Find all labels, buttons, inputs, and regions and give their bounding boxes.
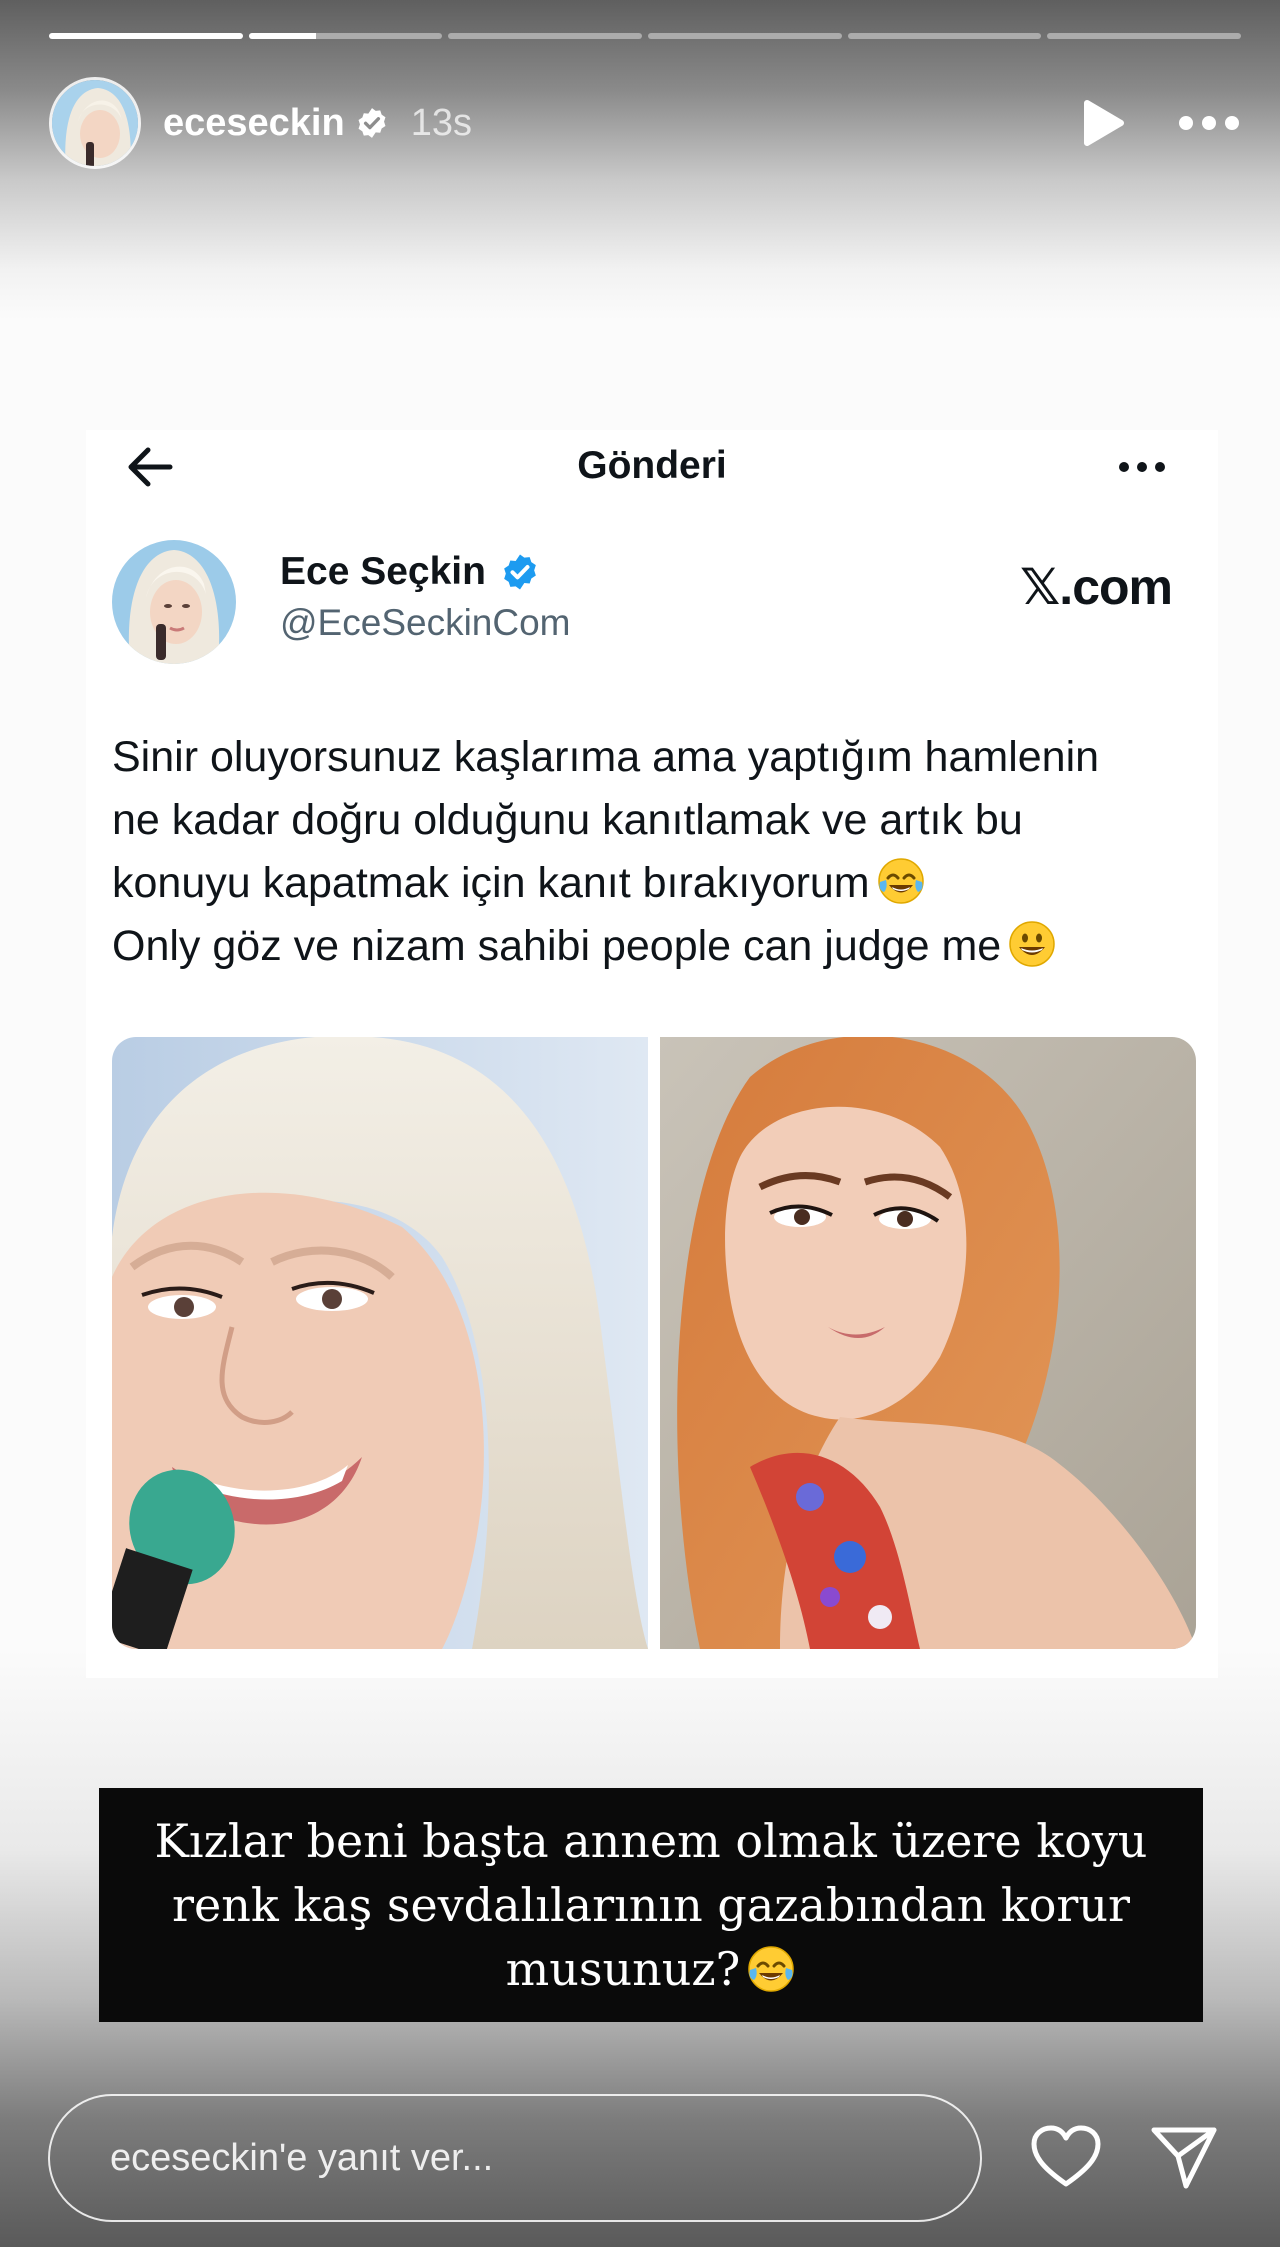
tweet-text-line: ne kadar doğru olduğunu kanıtlamak ve ar… [112, 796, 1023, 844]
heart-icon[interactable] [1030, 2124, 1102, 2190]
play-icon[interactable] [1075, 95, 1131, 151]
story-header: eceseckin 13s [49, 76, 1241, 170]
progress-segment [847, 33, 1042, 39]
progress-segment [49, 33, 243, 39]
grinning-face-emoji-icon [1007, 919, 1057, 969]
story-avatar[interactable] [49, 77, 141, 169]
tweet-text: Sinir oluyorsunuz kaşlarıma ama yaptığım… [112, 726, 1202, 978]
progress-segment [1047, 33, 1242, 39]
author-avatar [112, 540, 236, 664]
verified-badge-icon [500, 552, 540, 592]
tears-of-joy-emoji-icon [876, 856, 926, 906]
progress-segment [648, 33, 842, 39]
verified-badge-icon [355, 106, 389, 140]
tweet-author-handle: @EceSeckinCom [280, 602, 571, 643]
tweet-text-line: Sinir oluyorsunuz kaşlarıma ama yaptığım… [112, 733, 1100, 781]
tweet-media [112, 1037, 1196, 1649]
tweet-top-bar: Gönderi [86, 430, 1218, 502]
caption-text: Kızlar beni başta annem olmak üzere koyu… [106, 1809, 1196, 2001]
caption-line: Kızlar beni başta annem olmak üzere koyu [154, 1814, 1148, 1868]
story-timestamp: 13s [410, 101, 472, 144]
story-username[interactable]: eceseckin [163, 102, 345, 145]
tears-of-joy-emoji-icon [746, 1944, 796, 1994]
tweet-photo-right [660, 1037, 1196, 1649]
send-direct-icon[interactable] [1148, 2122, 1220, 2192]
story-progress-bar [49, 33, 1242, 39]
reply-field[interactable] [48, 2094, 982, 2222]
tweet-text-line: Only göz ve nizam sahibi people can judg… [112, 915, 1202, 978]
tweet-screenshot-card[interactable]: Gönderi Ece Seçkin @EceSeckinCom 𝕏.com S… [86, 430, 1218, 1678]
tweet-photo-left [112, 1037, 648, 1649]
tweet-author-name: Ece Seçkin [280, 550, 486, 593]
caption-line: renk kaş sevdalılarının gazabından korur [171, 1878, 1130, 1932]
tweet-author-row: Ece Seçkin @EceSeckinCom 𝕏.com [112, 540, 1192, 670]
progress-segment [448, 33, 643, 39]
tweet-page-title: Gönderi [577, 444, 727, 487]
x-com-logo: 𝕏.com [1020, 559, 1173, 615]
reply-input[interactable] [110, 2136, 930, 2180]
tweet-text-line: konuyu kapatmak için kanıt bırakıyorum [112, 852, 1202, 915]
caption-line: musunuz? [106, 1937, 1196, 2001]
progress-segment-active [248, 33, 443, 39]
tweet-more-icon [1114, 450, 1170, 484]
story-caption: Kızlar beni başta annem olmak üzere koyu… [99, 1788, 1203, 2022]
more-horizontal-icon[interactable] [1177, 103, 1241, 143]
